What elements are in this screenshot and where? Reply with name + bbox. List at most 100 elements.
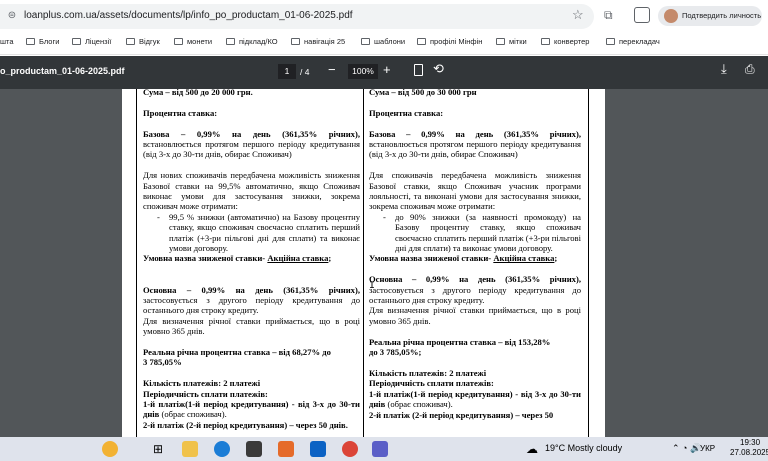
base-rate-bold: Базова – 0,99% на день (361,35% річних), (143, 128, 360, 139)
annual-note: Для визначення річної ставки приймається… (369, 305, 581, 326)
extensions-icon[interactable]: ⧉ (604, 8, 613, 22)
table-border-right (588, 89, 589, 437)
folder-icon (606, 38, 615, 45)
payment-2: 2-й платіж (2-й період кредитування) – ч… (143, 419, 348, 430)
weather-text[interactable]: 19°C Mostly cloudy (545, 443, 622, 453)
real-rate-line1: Реальна річна процентна ставка – від 68,… (143, 347, 331, 358)
fit-page-icon[interactable] (414, 64, 423, 76)
weather-icon[interactable]: ☁ (526, 442, 538, 456)
list-item: -99,5 % знижки (автоматично) на Базову п… (157, 211, 360, 254)
clock[interactable]: 19:30 27.08.2025 (730, 438, 768, 458)
rates-heading: Процентна ставка: (143, 107, 218, 118)
sum-text: Сума – від 500 до 30 000 грн (369, 87, 477, 97)
rotate-icon[interactable]: ⟲ (433, 61, 444, 77)
real-rate-line1: Реальна річна процентна ставка – від 153… (369, 336, 551, 347)
bookmark-label: Відгук (139, 37, 160, 46)
text-cursor-icon: I (369, 281, 376, 292)
left-column: Сума – від 500 до 20 000 грн. Процентна … (143, 87, 360, 430)
reduced-rate-value: Акційна ставка (493, 253, 555, 264)
base-rate-bold: Базова – 0,99% на день (361,35% річних), (369, 128, 581, 139)
bullet-text: 99,5 % знижки (автоматично) на Базову пр… (169, 211, 360, 254)
bookmark-label: підклад/КО (239, 37, 278, 46)
avatar (664, 9, 678, 23)
page-number-input[interactable]: 1 (278, 64, 296, 79)
sum-text: Сума – від 500 до 20 000 грн. (143, 87, 253, 97)
reduced-rate-name: Умовна назва зниженої ставки- Акційна ст… (369, 253, 558, 264)
url-text[interactable]: loanplus.com.ua/assets/documents/lp/info… (24, 10, 353, 22)
bullet-text: до 90% знижки (за наявності промокоду) н… (395, 211, 581, 254)
bookmark-star-icon[interactable]: ☆ (572, 7, 584, 23)
right-column: Сума – від 500 до 30 000 грн Процентна с… (369, 87, 581, 420)
clock-date: 27.08.2025 (730, 448, 768, 457)
bookmark-folder[interactable]: монети (174, 36, 212, 48)
main-rate-bold: Основна – 0,99% на день (361,35% річних)… (369, 274, 581, 285)
bookmark-label: Блоги (39, 37, 60, 46)
payments-count: Кількість платежів: 2 платежі (369, 367, 487, 378)
chrome-icon[interactable] (342, 441, 358, 457)
edge-icon[interactable] (214, 441, 230, 457)
pdf-file-name: o_productam_01-06-2025.pdf (0, 66, 125, 76)
store-icon[interactable] (246, 441, 262, 457)
folder-icon (541, 38, 550, 45)
bookmark-folder[interactable]: Блоги (26, 36, 59, 48)
folder-icon (26, 38, 35, 45)
payment-1: 1-й платіж(1-й період кредитування) - ві… (143, 399, 360, 420)
folder-icon (72, 38, 81, 45)
teams-icon[interactable] (372, 441, 388, 457)
folder-icon (417, 38, 426, 45)
zoom-input[interactable]: 100% (348, 64, 378, 79)
reduced-rate-value: Акційна ставка (267, 253, 329, 264)
annual-note: Для визначення річної ставки приймається… (143, 315, 360, 337)
zoom-out-icon[interactable]: − (328, 62, 336, 78)
table-border-left (136, 89, 137, 437)
download-icon[interactable]: ⤓ (721, 61, 727, 77)
bookmark-label: профілі Мінфін (430, 37, 483, 46)
payment-1-text: (обрає споживач). (161, 409, 227, 420)
page-count: / 4 (300, 67, 310, 77)
bookmark-label: Ліцензії (85, 37, 112, 46)
language-indicator[interactable]: УКР (700, 444, 715, 453)
table-divider (363, 89, 364, 437)
reduced-rate-label: Умовна назва зниженої ставки- (369, 253, 492, 264)
bookmark-folder[interactable]: конвертер (541, 36, 589, 48)
zoom-in-icon[interactable]: + (383, 62, 391, 78)
bookmark-label: шаблони (374, 37, 406, 46)
main-rate-bold: Основна – 0,99% на день (361,35% річних)… (143, 284, 360, 295)
bookmark-folder[interactable]: навігація 25 (291, 36, 345, 48)
widgets-icon[interactable] (102, 441, 118, 457)
folder-icon (291, 38, 300, 45)
app-icon[interactable] (278, 441, 294, 457)
bookmark-item[interactable]: шта (0, 36, 14, 48)
main-rate-text: застосовується з другого періоду кредиту… (143, 295, 360, 316)
print-icon[interactable]: ⎙ (745, 61, 755, 77)
main-rate-text: застосовується з другого періоду кредиту… (369, 284, 581, 306)
file-explorer-icon[interactable] (182, 441, 198, 457)
rates-heading: Процентна ставка: (369, 107, 444, 118)
base-rate-text: встановлюється протягом першого періоду … (369, 139, 581, 160)
folder-icon (174, 38, 183, 45)
bookmark-folder[interactable]: Відгук (126, 36, 160, 48)
bookmark-folder[interactable]: підклад/КО (226, 36, 278, 48)
main-rate: Основна – 0,99% на день (361,35% річних)… (143, 285, 360, 316)
bookmark-label: шта (0, 37, 14, 46)
system-tray-icons[interactable]: ⌃ ◔ 🔊 (672, 443, 701, 454)
task-view-icon[interactable]: ⊞ (150, 441, 166, 457)
side-panel-icon[interactable] (634, 7, 650, 23)
outlook-icon[interactable] (310, 441, 326, 457)
site-info-icon[interactable]: ⊜ (6, 10, 18, 22)
bookmark-label: монети (187, 37, 213, 46)
bookmark-folder[interactable]: шаблони (361, 36, 405, 48)
bookmark-label: конвертер (554, 37, 590, 46)
base-rate-text: встановлюється протягом першого періоду … (143, 139, 360, 160)
base-rate: Базова – 0,99% на день (361,35% річних),… (143, 129, 360, 160)
bookmark-folder[interactable]: мітки (496, 36, 527, 48)
bookmark-folder[interactable]: Ліцензії (72, 36, 111, 48)
clock-time: 19:30 (740, 438, 761, 447)
reduced-rate-label: Умовна назва зниженої ставки- (143, 253, 266, 264)
bookmark-folder[interactable]: перекладач (606, 36, 660, 48)
bookmark-folder[interactable]: профілі Мінфін (417, 36, 482, 48)
confirm-identity-label[interactable]: Подтвердить личность (682, 11, 761, 20)
payment-1-text: (обрає споживач). (387, 399, 453, 410)
folder-icon (496, 38, 505, 45)
folder-icon (126, 38, 135, 45)
